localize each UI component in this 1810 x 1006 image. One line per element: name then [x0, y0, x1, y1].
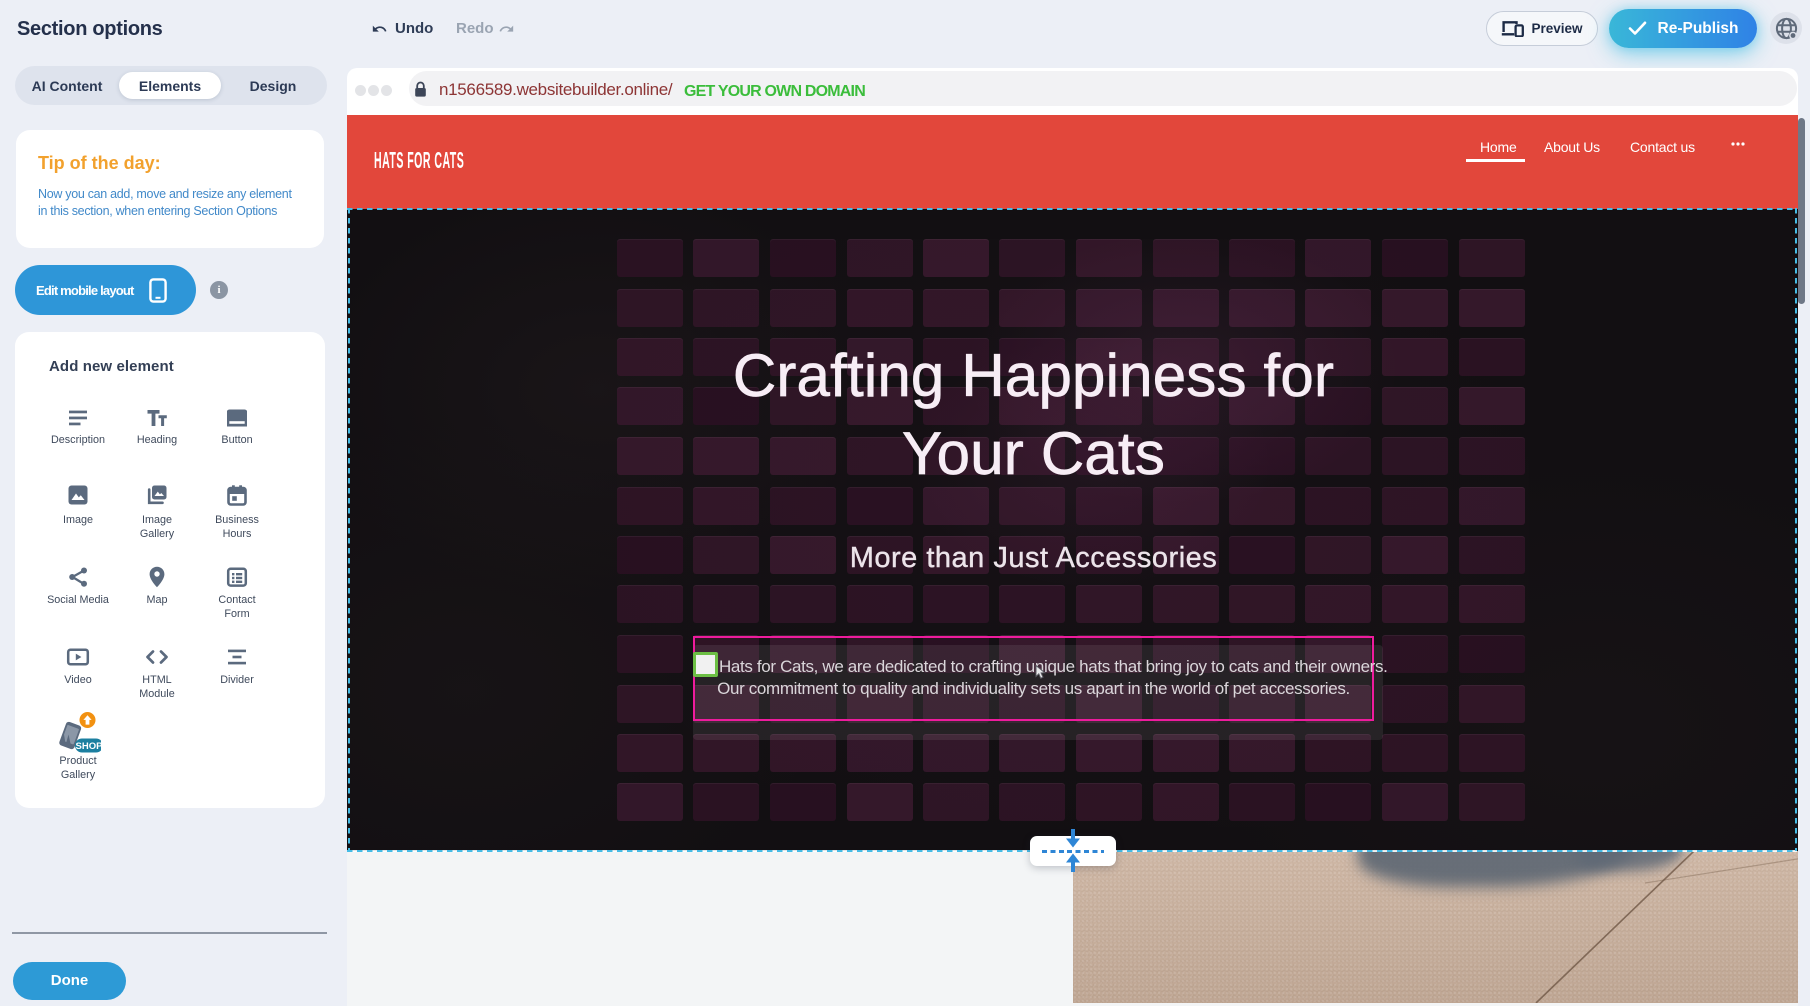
svg-text:SHOP: SHOP	[76, 741, 101, 752]
